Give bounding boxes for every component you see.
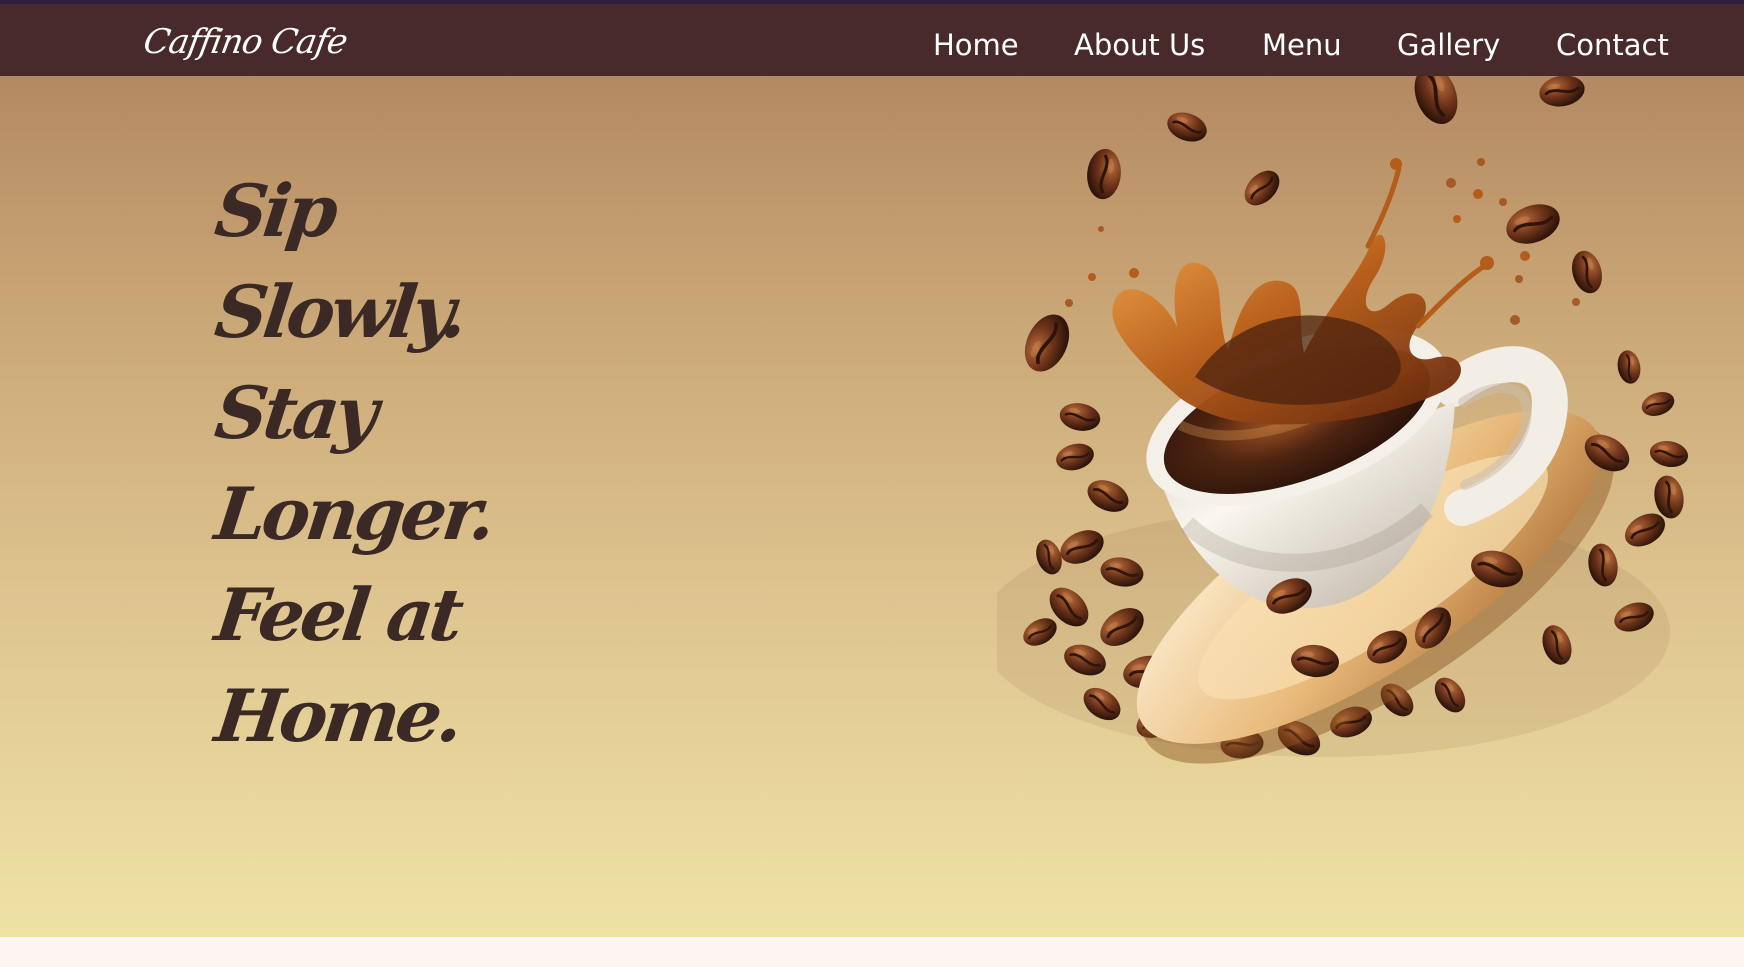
hero-headline: Sip Slowly. Stay Longer. Feel at Home. bbox=[211, 160, 516, 766]
nav-gallery-link[interactable]: Gallery bbox=[1397, 28, 1500, 62]
headline-line-home: Home. bbox=[210, 673, 465, 758]
headline-line-sip: Sip bbox=[210, 168, 339, 253]
headline-line-slowly: Slowly. bbox=[210, 269, 469, 354]
page-bottom-strip bbox=[0, 937, 1744, 967]
nav-contact-link[interactable]: Contact bbox=[1556, 28, 1669, 62]
headline-line-stay: Stay bbox=[210, 370, 379, 455]
nav-menu-link[interactable]: Menu bbox=[1262, 28, 1342, 62]
nav-home-link[interactable]: Home bbox=[933, 28, 1019, 62]
nav-about-us-link[interactable]: About Us bbox=[1074, 28, 1205, 62]
headline-line-feel-at: Feel at bbox=[210, 572, 465, 657]
coffee-cup-splash-icon bbox=[997, 76, 1692, 764]
main-navigation: Home About Us Menu Gallery Contact bbox=[0, 4, 1744, 76]
hero-section: Sip Slowly. Stay Longer. Feel at Home. bbox=[0, 76, 1744, 937]
site-header: Caffino Cafe Home About Us Menu Gallery … bbox=[0, 4, 1744, 76]
headline-line-longer: Longer. bbox=[210, 471, 497, 556]
